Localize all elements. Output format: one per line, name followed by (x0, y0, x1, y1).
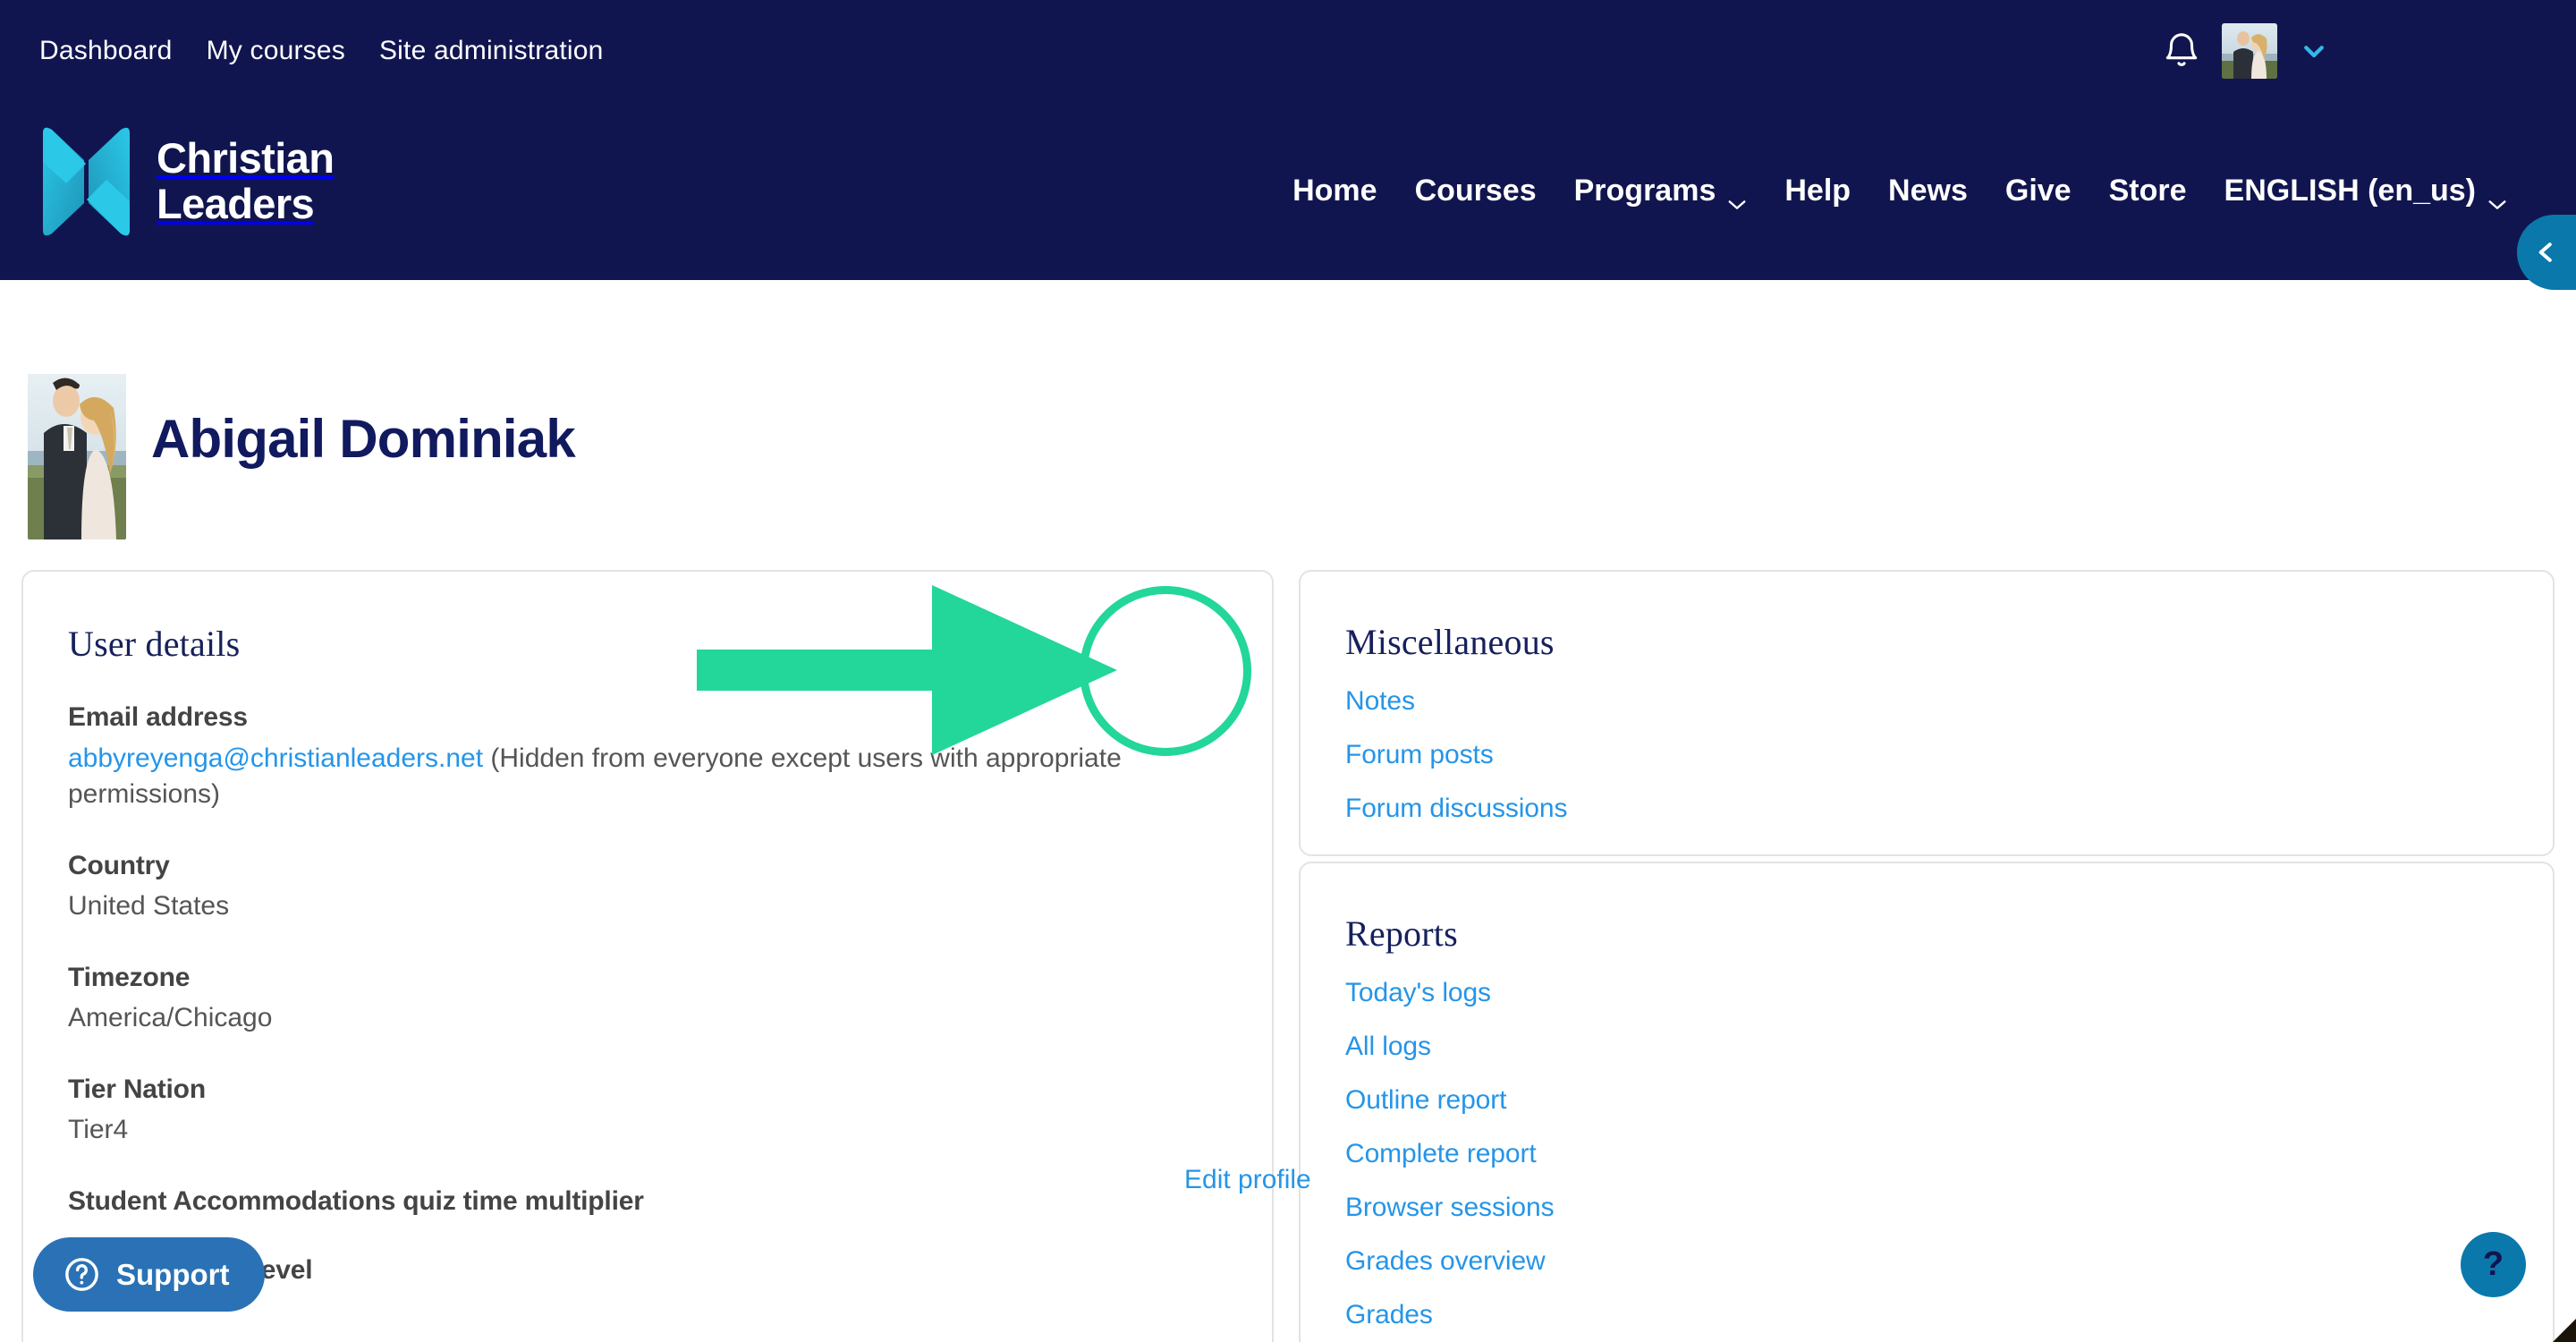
link-grades-overview[interactable]: Grades overview (1345, 1246, 2553, 1277)
brand-header: Christian Leaders Home Courses Programs (0, 101, 2576, 290)
field-value: America/Chicago (68, 1003, 273, 1032)
mainnav-courses[interactable]: Courses (1396, 174, 1555, 208)
logo-line-2: Leaders (157, 180, 315, 227)
field-tier-nation: Tier Nation Tier4 (68, 1073, 1272, 1149)
page-root: Dashboard My courses Site administration (0, 0, 2576, 1342)
site-logo-text: Christian Leaders (157, 134, 335, 227)
miscellaneous-card: Miscellaneous Notes Forum posts Forum di… (1299, 570, 2555, 856)
link-grades[interactable]: Grades (1345, 1300, 2553, 1330)
chevron-left-icon (2533, 237, 2560, 268)
chevron-down-icon (1727, 184, 1747, 209)
reports-title: Reports (1345, 913, 1458, 954)
mainnav-store-label: Store (2108, 173, 2187, 208)
profile-header: Abigail Dominiak (28, 374, 576, 539)
field-label: Email address (68, 702, 248, 732)
link-outline-report[interactable]: Outline report (1345, 1085, 2553, 1116)
mainnav-help[interactable]: Help (1766, 174, 1869, 208)
edit-profile-link[interactable]: Edit profile (1184, 1165, 1311, 1195)
christian-leaders-x-logo-icon (39, 124, 133, 239)
field-label: Country (68, 850, 170, 880)
field-timezone: Timezone America/Chicago (68, 961, 1272, 1037)
field-email-address: Email address abbyreyenga@christianleade… (68, 701, 1272, 813)
support-button[interactable]: Support (33, 1237, 266, 1312)
nav-my-courses[interactable]: My courses (190, 36, 362, 66)
question-mark-icon: ? (2482, 1245, 2504, 1283)
mainnav-language[interactable]: ENGLISH (en_us) (2206, 173, 2526, 209)
field-country: Country United States (68, 849, 1272, 925)
field-value: abbyreyenga@christianleaders.net (Hidden… (68, 741, 1186, 813)
mainnav-news[interactable]: News (1869, 174, 1987, 208)
top-utility-nav: Dashboard My courses Site administration (39, 36, 621, 66)
mainnav-give[interactable]: Give (1987, 174, 2090, 208)
question-circle-icon (63, 1255, 101, 1294)
link-complete-report[interactable]: Complete report (1345, 1139, 2553, 1169)
nav-dashboard[interactable]: Dashboard (39, 36, 190, 66)
mainnav-programs-label: Programs (1573, 173, 1716, 208)
field-label: Timezone (68, 962, 191, 992)
page-title: Abigail Dominiak (151, 409, 576, 469)
link-notes[interactable]: Notes (1345, 686, 2553, 717)
field-quiz-time-multiplier: Student Accommodations quiz time multipl… (68, 1185, 1272, 1219)
main-nav: Home Courses Programs Help News Give Sto… (1274, 101, 2526, 280)
site-logo[interactable]: Christian Leaders (39, 124, 335, 239)
link-todays-logs[interactable]: Today's logs (1345, 978, 2553, 1008)
bell-icon[interactable] (2161, 30, 2202, 72)
top-utility-bar: Dashboard My courses Site administration (0, 0, 2576, 101)
user-details-card: User details Email address abbyreyenga@c… (21, 570, 1311, 1342)
logo-line-1: Christian (157, 134, 335, 183)
user-details-title: User details (68, 624, 241, 664)
mainnav-home[interactable]: Home (1274, 174, 1395, 208)
resize-handle[interactable] (2549, 1315, 2576, 1342)
mainnav-news-label: News (1888, 173, 1968, 208)
profile-picture[interactable] (28, 374, 126, 539)
field-value: United States (68, 891, 230, 921)
chevron-down-icon (2487, 184, 2507, 209)
mainnav-help-label: Help (1784, 173, 1852, 208)
link-browser-sessions[interactable]: Browser sessions (1345, 1193, 2553, 1223)
mainnav-programs[interactable]: Programs (1555, 173, 1767, 209)
field-label: Tier Nation (68, 1074, 206, 1104)
field-value: Tier4 (68, 1115, 129, 1144)
help-fab-button[interactable]: ? (2461, 1232, 2526, 1297)
mainnav-store[interactable]: Store (2090, 174, 2206, 208)
link-forum-posts[interactable]: Forum posts (1345, 740, 2553, 770)
link-forum-discussions[interactable]: Forum discussions (1345, 794, 2553, 824)
chevron-down-icon[interactable] (2301, 38, 2327, 64)
link-all-logs[interactable]: All logs (1345, 1032, 2553, 1062)
mainnav-home-label: Home (1292, 173, 1377, 208)
top-utility-right (2161, 0, 2327, 101)
mainnav-give-label: Give (2004, 173, 2072, 208)
miscellaneous-title: Miscellaneous (1345, 622, 1555, 662)
avatar[interactable] (2222, 22, 2277, 79)
field-label: Student Accommodations quiz time multipl… (68, 1185, 644, 1216)
support-button-label: Support (116, 1257, 230, 1291)
reports-card: Reports Today's logs All logs Outline re… (1299, 862, 2555, 1342)
email-link[interactable]: abbyreyenga@christianleaders.net (68, 743, 483, 773)
mainnav-courses-label: Courses (1414, 173, 1537, 208)
nav-site-administration[interactable]: Site administration (362, 36, 621, 66)
mainnav-language-label: ENGLISH (en_us) (2224, 173, 2476, 208)
